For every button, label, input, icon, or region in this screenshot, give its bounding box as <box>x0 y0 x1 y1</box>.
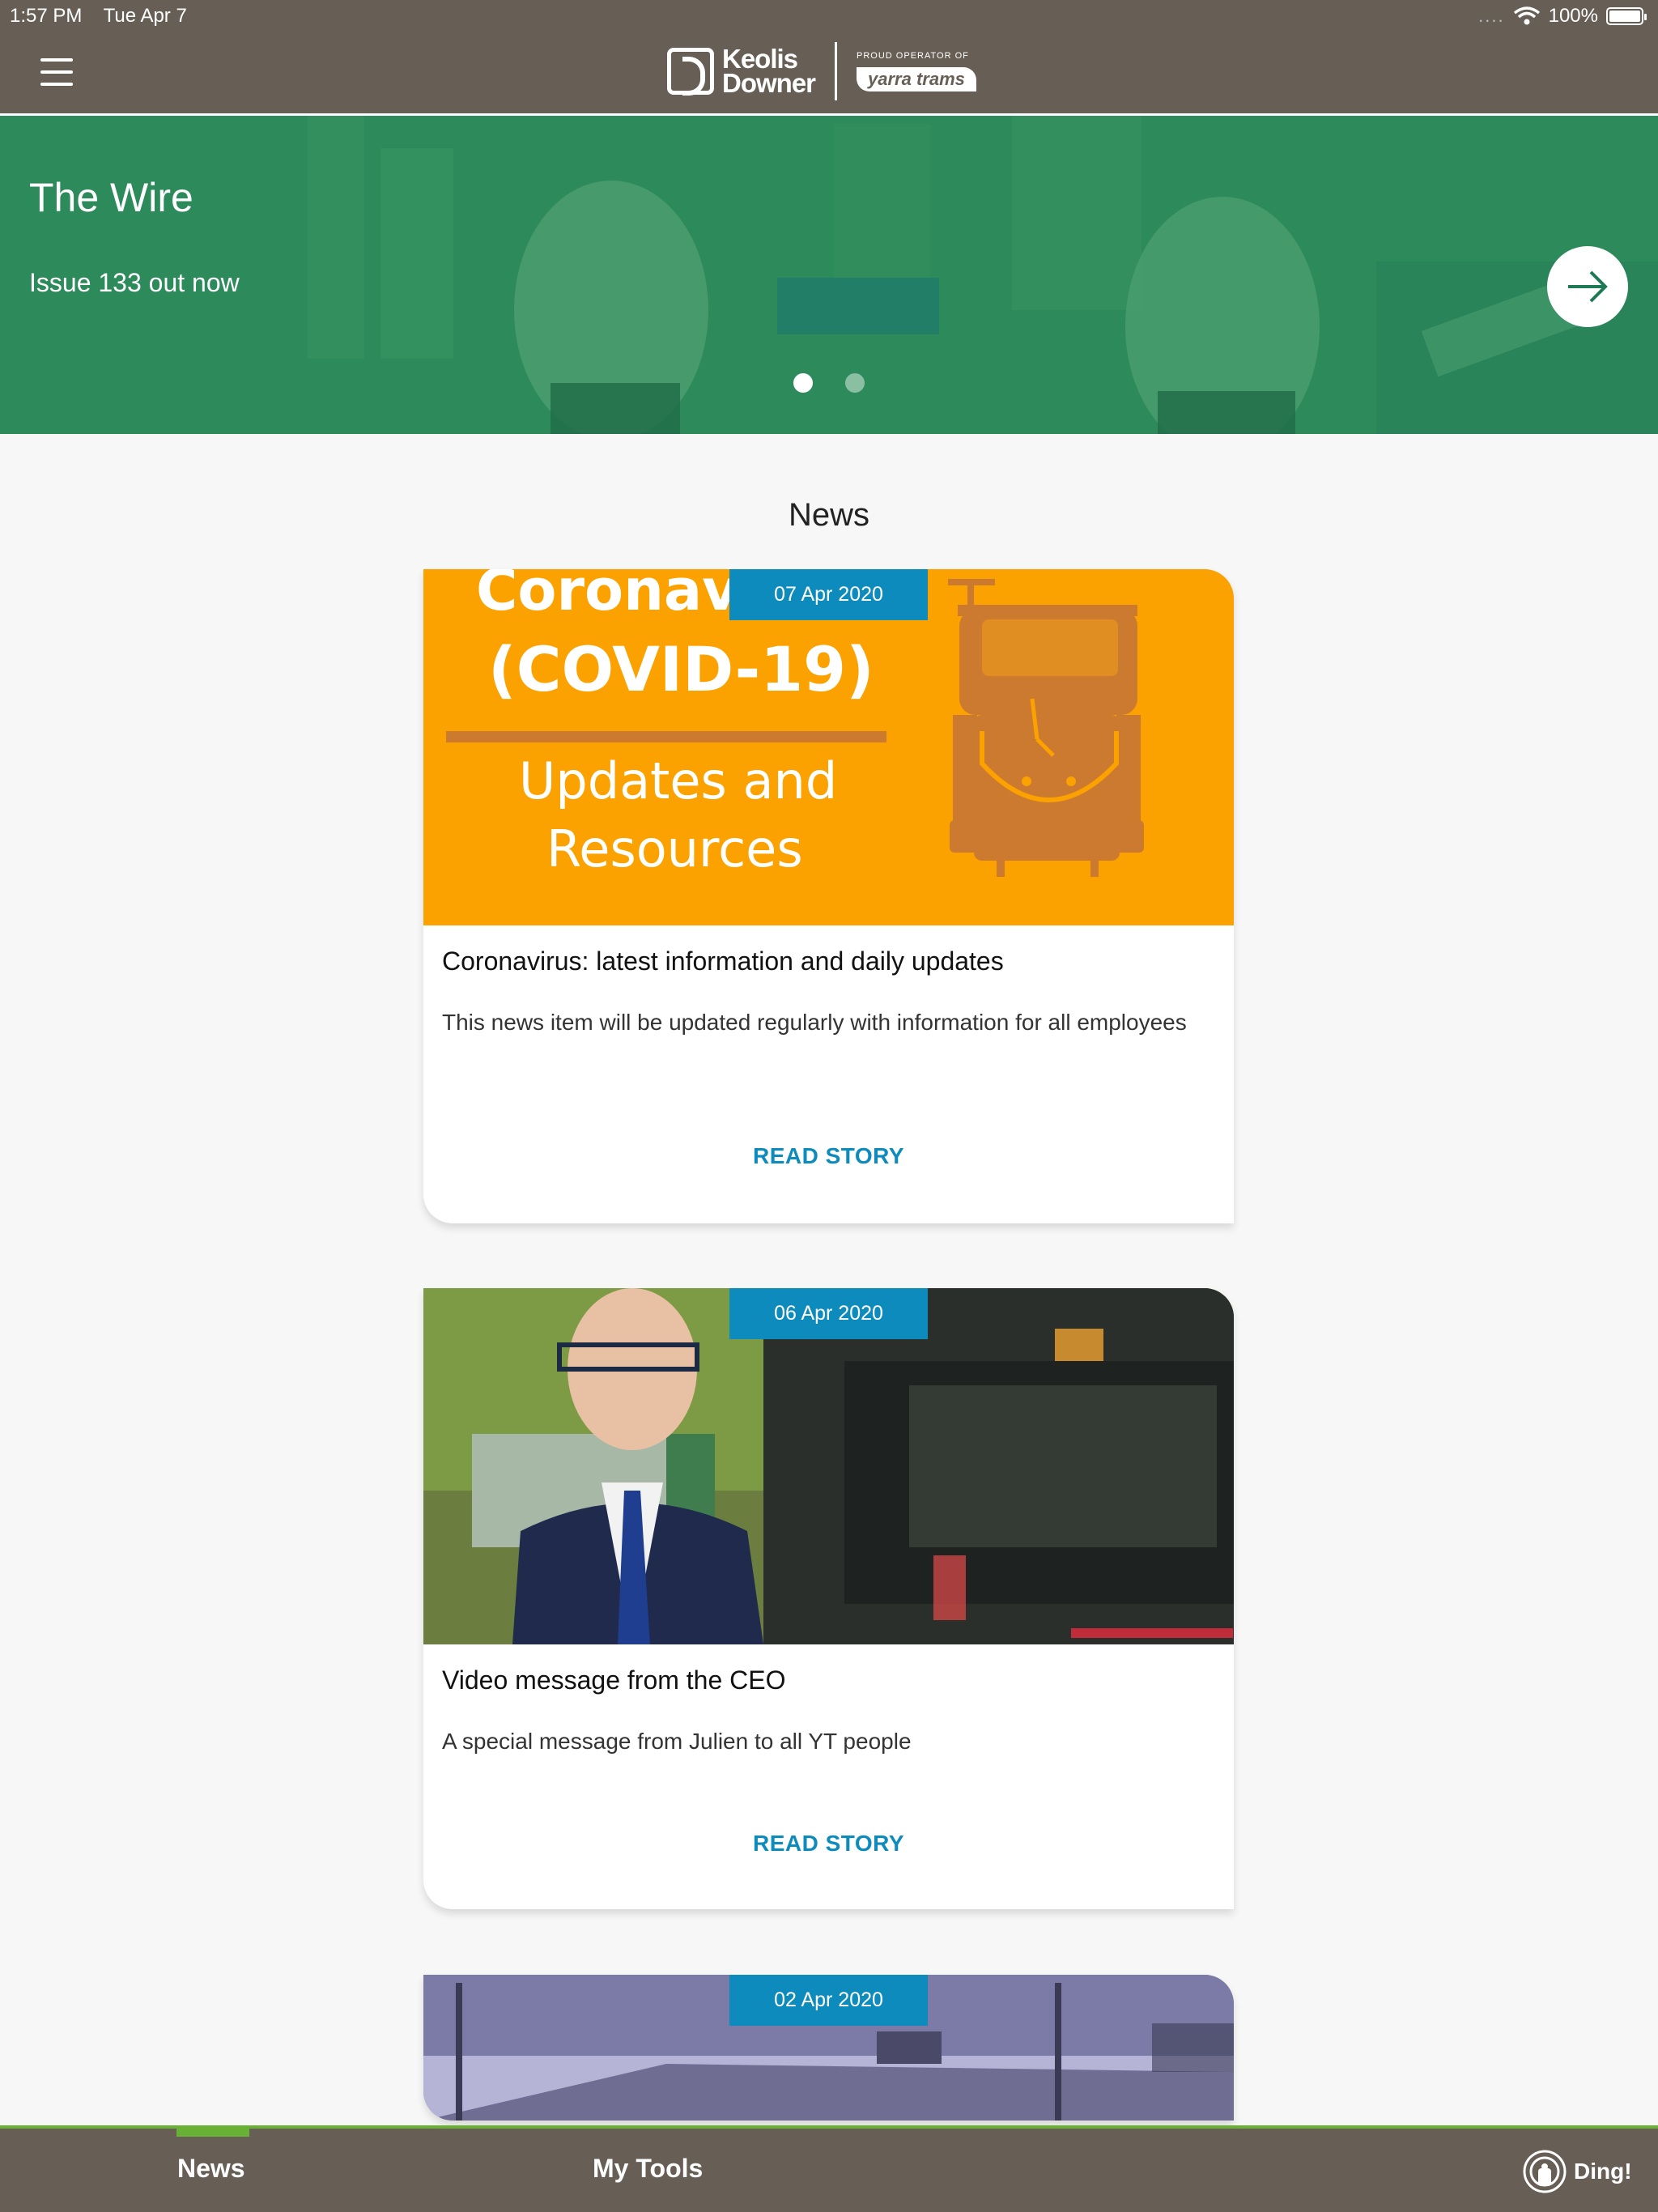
news-heading: News <box>788 497 870 533</box>
news-card-description: A special message from Julien to all YT … <box>442 1729 912 1754</box>
news-card-description: This news item will be updated regularly… <box>442 1010 1187 1035</box>
hero-title: The Wire <box>29 175 193 220</box>
covid-banner-graphic: Coronav (COVID-19) Updates and Resources <box>446 569 1144 878</box>
date-badge: 06 Apr 2020 <box>729 1288 928 1339</box>
tab-news[interactable]: News <box>177 2154 245 2184</box>
signal-icon: .... <box>1478 6 1505 26</box>
logo-divider <box>835 42 838 100</box>
hero-subtitle: Issue 133 out now <box>29 268 240 297</box>
proud-operator-text: PROUD OPERATOR OF <box>857 51 969 61</box>
arrow-right-icon <box>1568 270 1608 303</box>
logo-wordmark: Keolis Downer <box>722 44 816 98</box>
svg-text:Updates and: Updates and <box>519 751 837 810</box>
status-time: 1:57 PM <box>10 5 83 27</box>
svg-text:(COVID-19): (COVID-19) <box>488 633 874 705</box>
news-card-image: 02 Apr 2020 <box>423 1975 1234 2121</box>
ding-label: Ding! <box>1574 2159 1632 2184</box>
hero-next-button[interactable] <box>1547 246 1628 327</box>
keolis-logo-mark <box>667 48 714 96</box>
ding-button[interactable]: Ding! <box>1522 2149 1632 2194</box>
date-badge: 02 Apr 2020 <box>729 1975 928 2026</box>
status-indicators: .... 100% <box>1478 5 1647 28</box>
hero-carousel[interactable]: The Wire Issue 133 out now <box>0 116 1658 434</box>
news-card[interactable]: 06 Apr 2020 Video message from the CEO A… <box>423 1288 1234 1909</box>
tab-my-tools[interactable]: My Tools <box>593 2154 703 2184</box>
wifi-icon <box>1513 6 1540 25</box>
battery-percent: 100% <box>1548 5 1598 27</box>
carousel-dot-1[interactable] <box>793 373 813 393</box>
news-card[interactable]: 02 Apr 2020 <box>423 1975 1234 2121</box>
news-card-image: 06 Apr 2020 <box>423 1288 1234 1644</box>
status-time-date: 1:57 PM Tue Apr 7 <box>10 5 187 28</box>
date-badge: 07 Apr 2020 <box>729 569 928 620</box>
news-card-image: Coronav (COVID-19) Updates and Resources <box>423 569 1234 925</box>
bottom-tab-bar <box>0 2128 1658 2212</box>
news-card-title[interactable]: Video message from the CEO <box>442 1665 786 1695</box>
read-story-link[interactable]: READ STORY <box>423 1831 1234 1857</box>
carousel-dots <box>793 373 865 393</box>
menu-button[interactable] <box>40 58 73 86</box>
svg-text:Resources: Resources <box>546 819 803 878</box>
carousel-dot-2[interactable] <box>845 373 865 393</box>
partner-logo-block: PROUD OPERATOR OF yarra trams <box>857 51 976 91</box>
active-tab-indicator <box>176 2129 249 2137</box>
status-date: Tue Apr 7 <box>103 5 187 27</box>
read-story-link[interactable]: READ STORY <box>423 1143 1234 1169</box>
keolis-downer-logo: Keolis Downer PROUD OPERATOR OF yarra tr… <box>667 42 976 100</box>
ding-icon <box>1523 2150 1567 2193</box>
ceo-photo <box>423 1288 1234 1644</box>
news-card[interactable]: Coronav (COVID-19) Updates and Resources <box>423 569 1234 1223</box>
yarra-trams-logo: yarra trams <box>857 67 976 91</box>
battery-icon <box>1606 7 1647 25</box>
news-card-title[interactable]: Coronavirus: latest information and dail… <box>442 946 1004 976</box>
svg-text:Coronav: Coronav <box>476 569 739 623</box>
